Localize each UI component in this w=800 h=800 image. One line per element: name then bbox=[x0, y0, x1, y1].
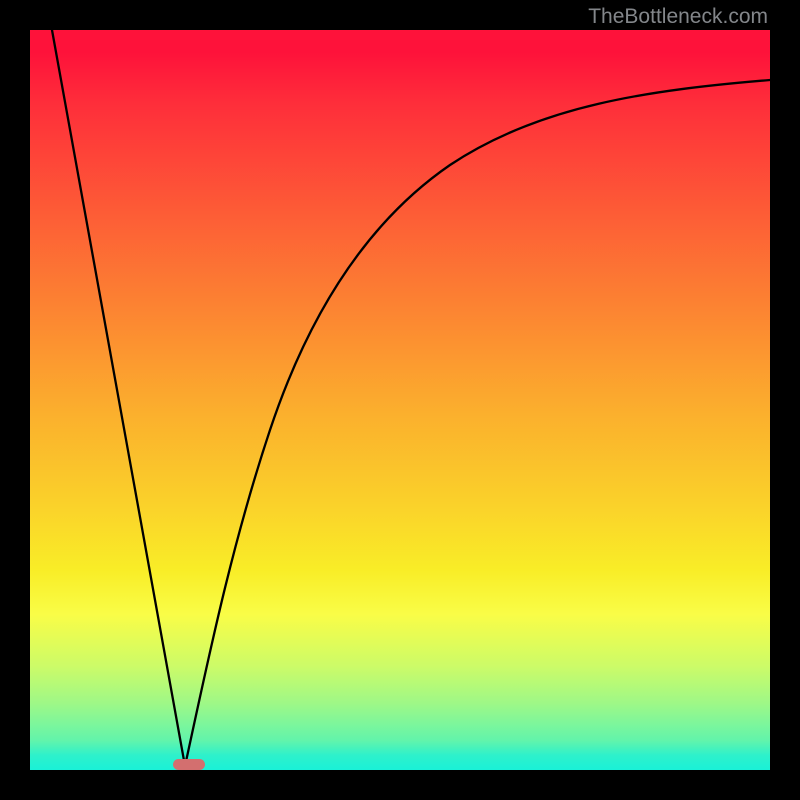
chart-frame: TheBottleneck.com bbox=[0, 0, 800, 800]
curve-layer bbox=[30, 30, 770, 770]
curve-left-branch bbox=[52, 30, 185, 766]
watermark-text: TheBottleneck.com bbox=[588, 5, 768, 29]
plot-area bbox=[30, 30, 770, 770]
dip-marker bbox=[173, 759, 205, 770]
curve-right-branch bbox=[185, 80, 770, 766]
